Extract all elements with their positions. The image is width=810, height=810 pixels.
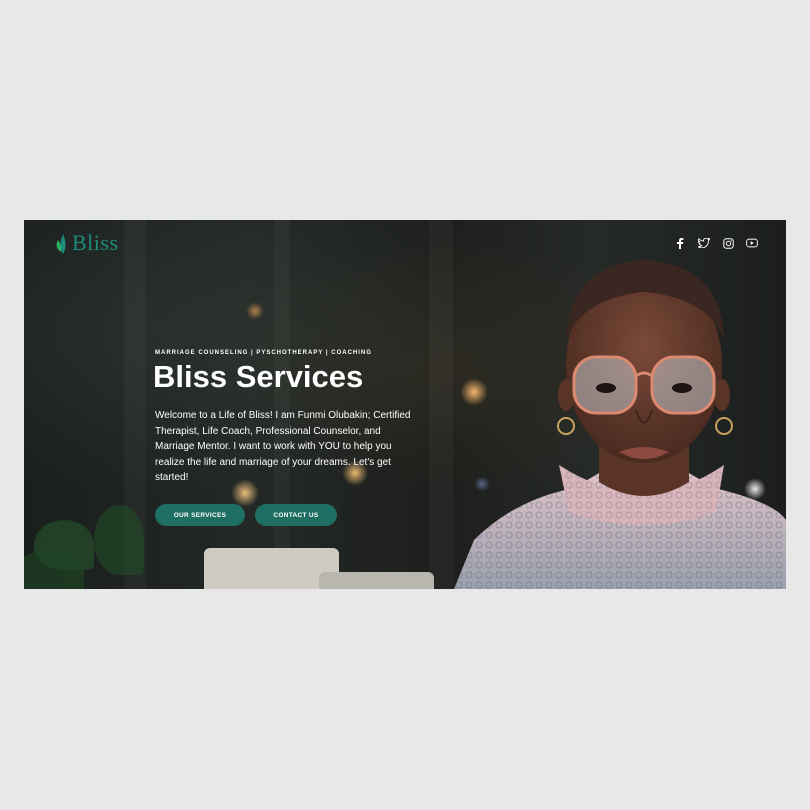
social-links	[674, 237, 758, 249]
brand-logo[interactable]: Bliss	[56, 230, 119, 256]
hero-section: Bliss MARRIAGE COUNSELING | PYSCHOTHERAP…	[24, 220, 786, 589]
leaf-icon	[56, 234, 66, 254]
our-services-button[interactable]: OUR SERVICES	[155, 504, 245, 526]
logo-text: Bliss	[72, 230, 119, 255]
page-title: Bliss Services	[153, 359, 364, 394]
youtube-icon[interactable]	[746, 237, 758, 249]
portrait-image	[454, 260, 786, 589]
contact-us-button[interactable]: CONTACT US	[255, 504, 337, 526]
hero-description: Welcome to a Life of Bliss! I am Funmi O…	[155, 410, 411, 483]
twitter-icon[interactable]	[698, 237, 710, 249]
hero-eyebrow: MARRIAGE COUNSELING | PYSCHOTHERAPY | CO…	[155, 350, 372, 356]
facebook-icon[interactable]	[674, 237, 686, 249]
instagram-icon[interactable]	[722, 237, 734, 249]
